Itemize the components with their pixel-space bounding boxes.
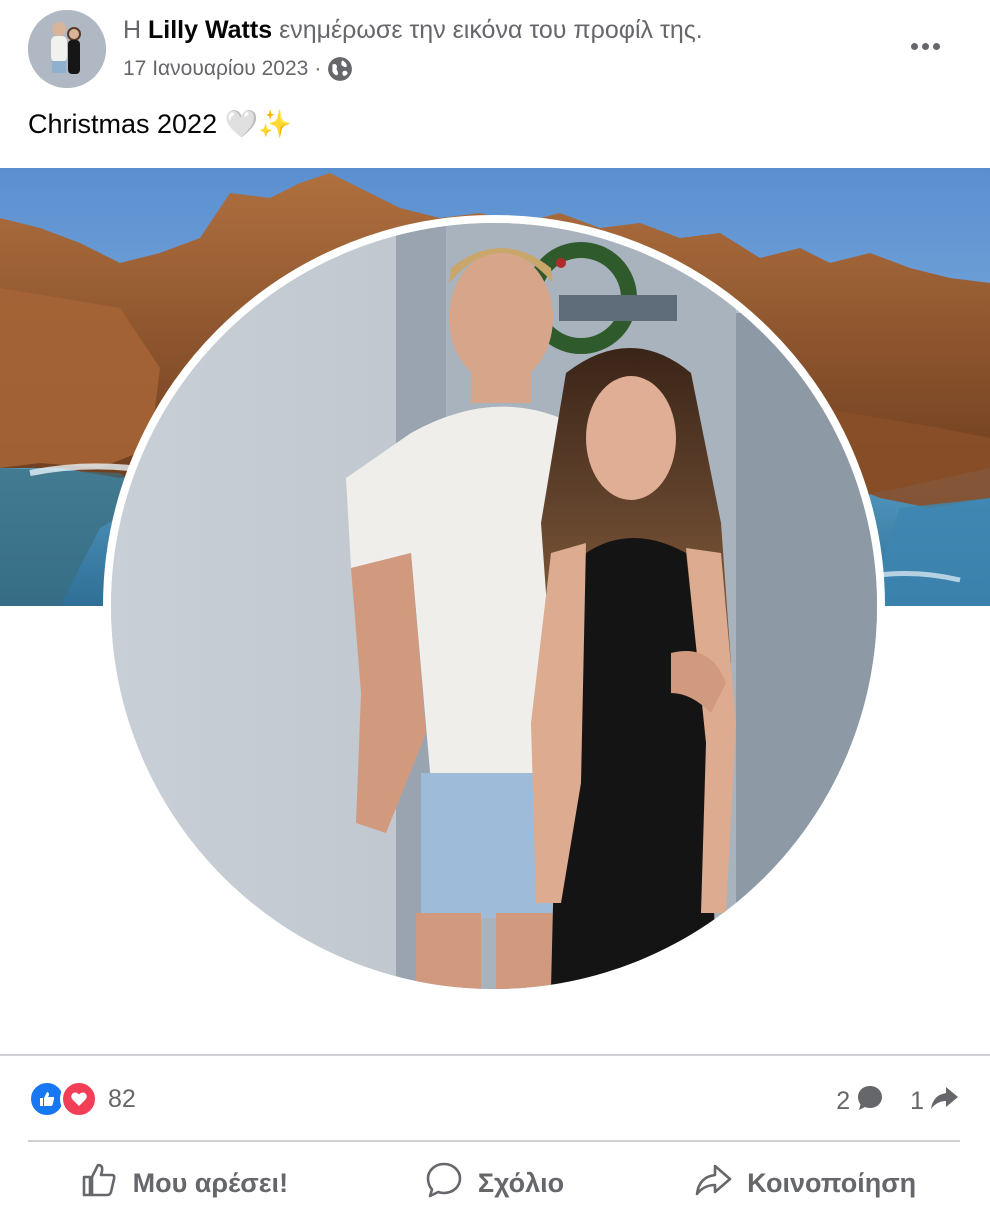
author-name[interactable]: Lilly Watts	[148, 16, 272, 44]
comment-label: Σχόλιο	[477, 1167, 565, 1198]
share-count-value: 1	[910, 1087, 924, 1115]
post-header: Η Lilly Watts ενημέρωσε την εικόνα του π…	[0, 0, 990, 100]
like-button[interactable]: Μου αρέσει!	[28, 1148, 339, 1218]
meta-separator: ·	[314, 57, 322, 80]
globe-icon[interactable]	[327, 56, 353, 82]
divider	[0, 1054, 990, 1056]
headline-prefix: Η	[123, 16, 142, 44]
love-reaction-icon	[60, 1080, 98, 1118]
reaction-count: 82	[108, 1084, 136, 1113]
post-caption: Christmas 2022 🤍✨	[28, 109, 292, 139]
engagement-counts: 2 1	[836, 1082, 960, 1121]
comment-button[interactable]: Σχόλιο	[339, 1148, 650, 1218]
divider	[28, 1140, 960, 1142]
more-options-icon[interactable]	[900, 28, 950, 64]
post-meta: 17 Ιανουαρίου 2023 ·	[123, 56, 353, 82]
thumbs-up-icon	[79, 1160, 119, 1207]
share-icon	[693, 1160, 733, 1207]
share-button[interactable]: Κοινοποίηση	[649, 1148, 960, 1218]
comment-count[interactable]: 2	[836, 1082, 886, 1121]
headline-action: ενημέρωσε την εικόνα του προφίλ της.	[279, 16, 703, 44]
post-actions: Μου αρέσει! Σχόλιο Κοινοποίηση	[28, 1148, 960, 1218]
share-label: Κοινοποίηση	[747, 1167, 917, 1198]
post-headline: Η Lilly Watts ενημέρωσε την εικόνα του π…	[123, 16, 703, 45]
share-count[interactable]: 1	[910, 1082, 960, 1121]
post-stats: 82 2 1	[28, 1076, 960, 1126]
comment-bubble-icon	[854, 1082, 886, 1121]
share-arrow-icon	[928, 1082, 960, 1121]
comment-icon	[424, 1160, 464, 1207]
post-date[interactable]: 17 Ιανουαρίου 2023	[123, 57, 308, 81]
comment-count-value: 2	[836, 1087, 851, 1115]
avatar-photo	[28, 10, 106, 88]
reactions-summary[interactable]: 82	[28, 1080, 136, 1118]
author-avatar[interactable]	[28, 10, 106, 88]
profile-photo[interactable]	[103, 215, 885, 997]
like-label: Μου αρέσει!	[132, 1167, 289, 1198]
